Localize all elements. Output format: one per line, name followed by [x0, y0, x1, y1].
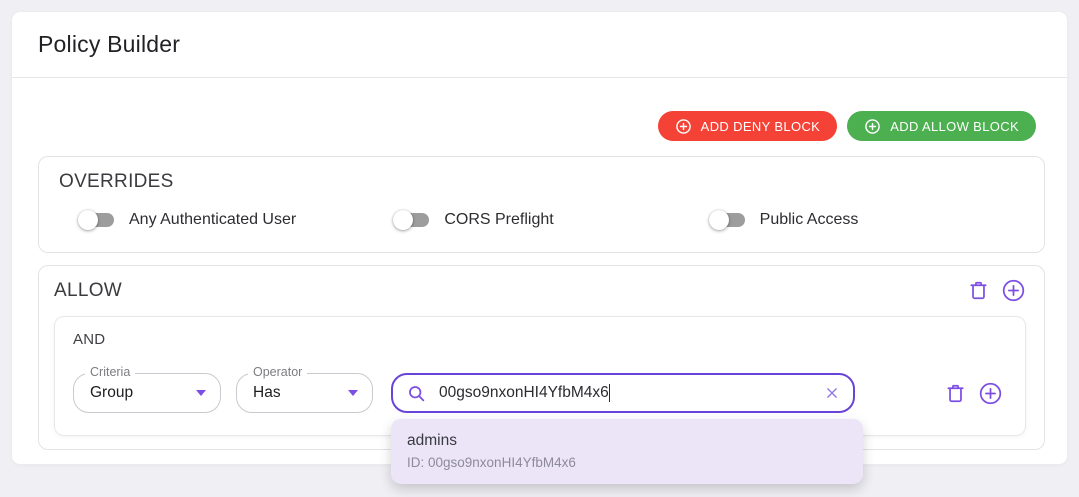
criteria-select[interactable]: Criteria Group	[73, 365, 221, 413]
trash-icon	[967, 281, 990, 305]
public-access-toggle[interactable]	[708, 210, 745, 230]
card-header: Policy Builder	[12, 12, 1067, 78]
x-icon	[823, 388, 841, 405]
plus-circle-icon	[1001, 279, 1026, 306]
toggle-row-public-access: Public Access	[708, 210, 1024, 230]
condition-row: Criteria Group Operator Has 00gso9nxonHI…	[73, 365, 1007, 484]
and-group-card: AND Criteria Group Operator Has 00gso9nx…	[54, 316, 1026, 484]
delete-allow-block-button[interactable]	[967, 279, 990, 302]
toggle-thumb	[78, 210, 98, 230]
group-logic-label: AND	[73, 331, 106, 348]
operator-select-label: Operator	[248, 365, 308, 379]
group-search-wrap: 00gso9nxonHI4YfbM4x6 admins ID: 00gso9nx…	[391, 373, 863, 484]
add-allow-block-button[interactable]: ADD ALLOW BLOCK	[847, 111, 1036, 141]
card-content: ADD DENY BLOCK ADD ALLOW BLOCK OVERRIDES	[12, 111, 1067, 484]
allow-block-title: ALLOW	[54, 279, 123, 301]
add-deny-block-button[interactable]: ADD DENY BLOCK	[657, 111, 838, 141]
add-group-button[interactable]	[1001, 278, 1026, 303]
plus-circle-icon	[864, 118, 881, 135]
suggestion-name: admins	[407, 432, 457, 449]
suggestion-id: ID: 00gso9nxonHI4YfbM4x6	[407, 455, 576, 470]
delete-condition-button[interactable]	[944, 382, 967, 405]
policy-builder-card: Policy Builder ADD DENY BLOCK ADD ALLOW …	[11, 11, 1068, 484]
criteria-select-label: Criteria	[85, 365, 136, 379]
toggle-label: CORS Preflight	[444, 211, 554, 228]
allow-block-header: ALLOW	[54, 278, 1026, 303]
toggle-row-cors-preflight: CORS Preflight	[393, 210, 708, 230]
toggle-row-any-authenticated-user: Any Authenticated User	[78, 210, 393, 230]
caret-down-icon	[348, 390, 358, 396]
allow-block-section: ALLOW AND Criteria Group Operator Has 00…	[38, 265, 1045, 484]
operator-select[interactable]: Operator Has	[236, 365, 373, 413]
allow-block-actions	[967, 278, 1026, 303]
magnifier-icon	[406, 383, 427, 404]
toggle-thumb	[393, 210, 414, 230]
any-authenticated-user-toggle[interactable]	[78, 210, 114, 230]
caret-down-icon	[196, 390, 206, 396]
plus-circle-icon	[978, 382, 1003, 409]
block-buttons-row: ADD DENY BLOCK ADD ALLOW BLOCK	[38, 111, 1036, 141]
text-cursor	[608, 384, 611, 402]
group-search-value: 00gso9nxonHI4YfbM4x6	[439, 384, 609, 401]
criteria-select-value: Group	[90, 384, 134, 401]
add-deny-block-label: ADD DENY BLOCK	[700, 118, 821, 134]
trash-icon	[944, 384, 967, 408]
add-condition-button[interactable]	[978, 381, 1003, 406]
condition-row-actions	[944, 381, 1007, 406]
overrides-toggle-row: Any Authenticated User CORS Preflight Pu…	[59, 210, 1024, 230]
toggle-label: Any Authenticated User	[129, 211, 297, 228]
clear-search-button[interactable]	[823, 384, 841, 402]
toggle-thumb	[708, 210, 729, 230]
add-allow-block-label: ADD ALLOW BLOCK	[890, 118, 1019, 134]
plus-circle-icon	[675, 118, 692, 135]
operator-select-value: Has	[253, 384, 281, 401]
toggle-label: Public Access	[759, 211, 859, 228]
page-title: Policy Builder	[38, 31, 181, 57]
group-search-input[interactable]: 00gso9nxonHI4YfbM4x6	[391, 373, 855, 413]
group-suggestion-item[interactable]: admins ID: 00gso9nxonHI4YfbM4x6	[391, 419, 863, 484]
overrides-section: OVERRIDES Any Authenticated User CORS Pr…	[38, 156, 1045, 253]
overrides-title: OVERRIDES	[59, 171, 174, 192]
cors-preflight-toggle[interactable]	[393, 210, 430, 230]
